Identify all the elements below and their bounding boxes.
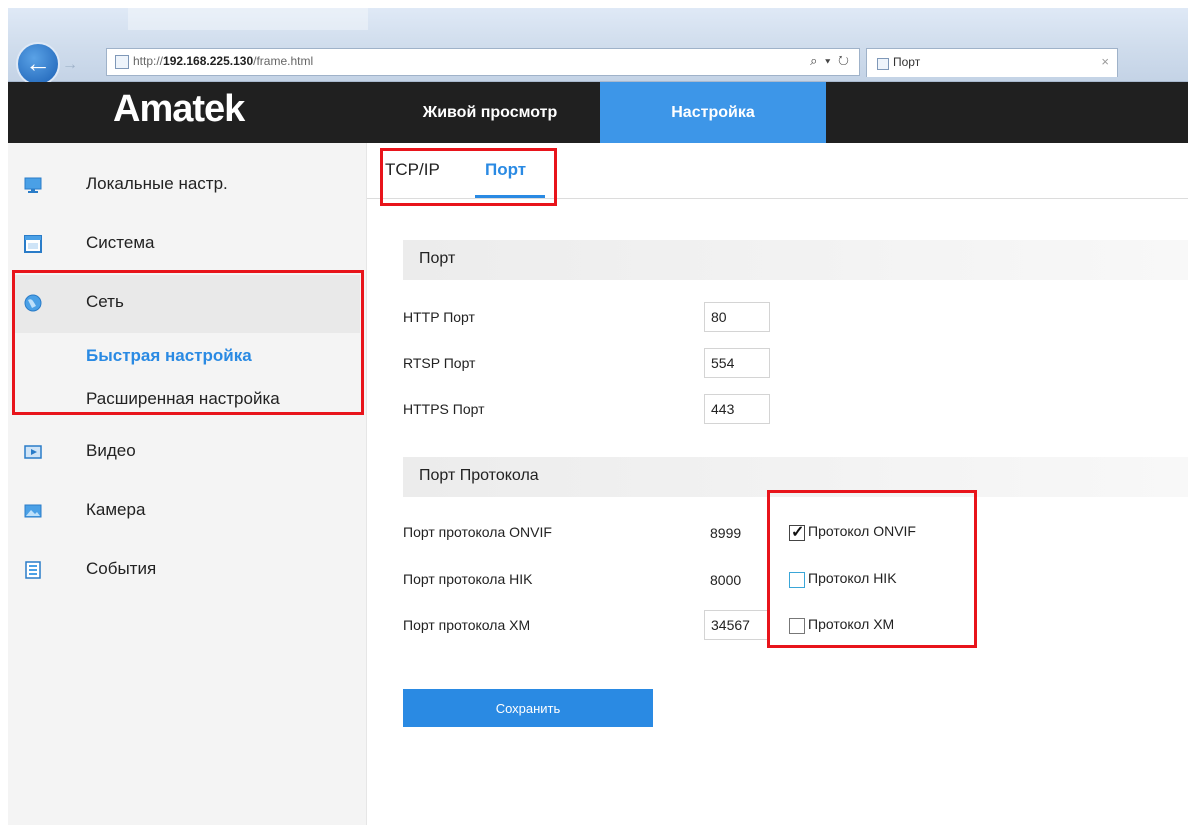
highlight-box-port-tab — [380, 148, 557, 206]
sidebar-item-video[interactable]: Видео — [8, 428, 366, 478]
list-icon — [25, 561, 41, 579]
rtsp-port-label: RTSP Порт — [403, 355, 476, 371]
nav-settings[interactable]: Настройка — [600, 82, 826, 143]
window-icon — [24, 235, 42, 253]
page-icon — [115, 55, 129, 69]
forward-arrow-icon[interactable]: → — [62, 55, 84, 75]
address-bar[interactable]: http://192.168.225.130/frame.html ⌕ ▾ ↻ — [106, 48, 860, 76]
sidebar-item-local[interactable]: Локальные настр. — [8, 161, 366, 211]
search-refresh-icons[interactable]: ⌕ ▾ ↻ — [810, 53, 851, 69]
http-port-field[interactable] — [704, 302, 770, 332]
image-icon — [24, 504, 42, 518]
sidebar-item-label: События — [86, 559, 157, 578]
xm-port-field[interactable] — [704, 610, 770, 640]
url-text: http://192.168.225.130/frame.html — [133, 54, 314, 68]
highlight-box-protocols — [767, 490, 977, 648]
rtsp-port-field[interactable] — [704, 348, 770, 378]
tab-page-icon — [877, 58, 889, 70]
sidebar-item-label: Видео — [86, 441, 136, 460]
browser-tab[interactable]: Порт × — [866, 48, 1118, 77]
sidebar-item-system[interactable]: Система — [8, 220, 366, 270]
app-header: Amatek Живой просмотр Настройка — [8, 82, 1188, 143]
hik-port-label: Порт протокола HIK — [403, 571, 533, 587]
sidebar: Локальные настр. Система Сеть Быстрая на… — [8, 143, 367, 825]
section-title: Порт Протокола — [419, 467, 539, 484]
https-port-field[interactable] — [704, 394, 770, 424]
tab-title: Порт — [893, 55, 921, 69]
http-port-label: HTTP Порт — [403, 309, 475, 325]
monitor-icon — [24, 177, 42, 193]
section-header-port: Порт — [403, 240, 1188, 280]
highlight-box-network — [12, 270, 364, 415]
onvif-port-label: Порт протокола ONVIF — [403, 524, 552, 540]
sidebar-item-label: Система — [86, 233, 155, 252]
sidebar-item-camera[interactable]: Камера — [8, 487, 366, 537]
logo: Amatek — [113, 88, 245, 130]
sidebar-item-label: Камера — [86, 500, 146, 519]
onvif-port-field[interactable] — [704, 518, 770, 548]
section-title: Порт — [419, 250, 456, 267]
https-port-label: HTTPS Порт — [403, 401, 485, 417]
back-arrow-icon[interactable]: ← — [16, 42, 60, 86]
browser-chrome: ← → http://192.168.225.130/frame.html ⌕ … — [8, 8, 1188, 86]
close-icon[interactable]: × — [1101, 54, 1109, 69]
main-content: TCP/IP Порт Порт HTTP Порт RTSP Порт HTT… — [367, 143, 1188, 825]
nav-live-view[interactable]: Живой просмотр — [380, 82, 600, 143]
browser-tabstrip — [128, 8, 368, 30]
sidebar-item-label: Локальные настр. — [86, 174, 228, 193]
sidebar-item-events[interactable]: События — [8, 546, 366, 596]
save-button[interactable]: Сохранить — [403, 689, 653, 727]
screenshot-frame: ← → http://192.168.225.130/frame.html ⌕ … — [8, 8, 1188, 825]
hik-port-field[interactable] — [704, 565, 770, 595]
xm-port-label: Порт протокола XM — [403, 617, 531, 633]
video-icon — [24, 445, 42, 459]
